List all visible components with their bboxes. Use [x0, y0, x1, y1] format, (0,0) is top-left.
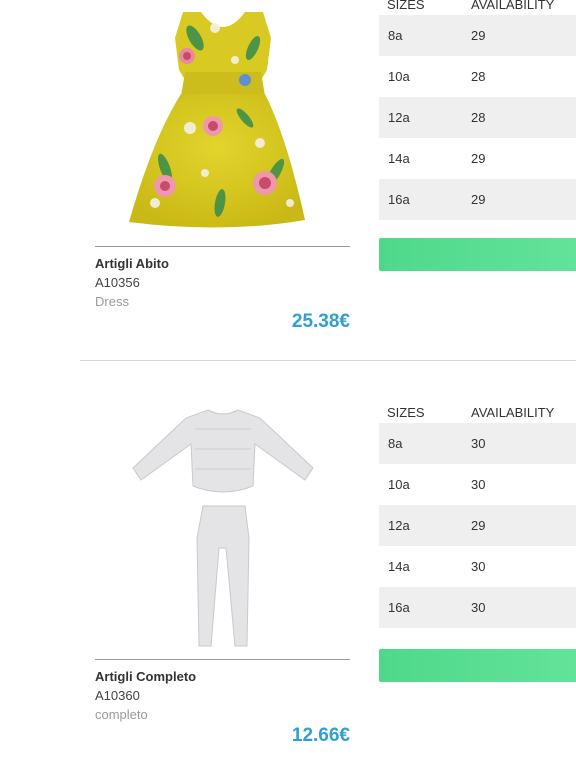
product-type: completo — [95, 707, 148, 722]
product-info: Artigli Abito A10356 Dress 25.38€ — [95, 254, 350, 332]
size-cell: 8a — [388, 28, 403, 43]
product-name[interactable]: Artigli Abito — [95, 254, 350, 273]
table-row: 12a 28 — [379, 97, 576, 138]
availability-table: SIZES AVAILABILITY 8a 30 10a 30 12a 29 1… — [379, 398, 576, 628]
availability-cell: 29 — [471, 28, 486, 43]
table-row: 10a 30 — [379, 464, 576, 505]
table-row: 14a 30 — [379, 546, 576, 587]
table-header: SIZES AVAILABILITY — [379, 0, 576, 15]
grey-top-and-leggings-image — [132, 409, 314, 647]
table-row: 16a 29 — [379, 179, 576, 220]
sizes-header: SIZES — [387, 405, 425, 420]
add-to-cart-button[interactable] — [379, 649, 576, 682]
availability-header: AVAILABILITY — [471, 0, 555, 12]
size-cell: 14a — [388, 151, 410, 166]
availability-cell: 29 — [471, 518, 486, 533]
size-cell: 14a — [388, 559, 410, 574]
product-name[interactable]: Artigli Completo — [95, 667, 350, 686]
table-row: 14a 29 — [379, 138, 576, 179]
product-price: 25.38€ — [291, 311, 350, 332]
image-divider — [95, 659, 350, 660]
product-image[interactable] — [95, 388, 350, 678]
product-price: 12.66€ — [291, 725, 350, 746]
size-cell: 8a — [388, 436, 403, 451]
product-card: Artigli Completo A10360 completo 12.66€ … — [0, 360, 576, 770]
availability-cell: 30 — [471, 436, 486, 451]
sizes-header: SIZES — [387, 0, 425, 12]
size-cell: 10a — [388, 69, 410, 84]
size-cell: 16a — [388, 192, 410, 207]
size-cell: 10a — [388, 477, 410, 492]
size-cell: 12a — [388, 110, 410, 125]
table-row: 8a 30 — [379, 423, 576, 464]
product-code: A10360 — [95, 688, 140, 703]
availability-header: AVAILABILITY — [471, 405, 555, 420]
availability-cell: 29 — [471, 192, 486, 207]
availability-cell: 29 — [471, 151, 486, 166]
availability-cell: 30 — [471, 600, 486, 615]
image-divider — [95, 246, 350, 247]
table-row: 12a 29 — [379, 505, 576, 546]
table-row: 8a 29 — [379, 15, 576, 56]
product-code: A10356 — [95, 275, 140, 290]
availability-cell: 28 — [471, 69, 486, 84]
yellow-floral-dress-image — [129, 12, 305, 228]
table-row: 16a 30 — [379, 587, 576, 628]
add-to-cart-button[interactable] — [379, 238, 576, 271]
product-type: Dress — [95, 294, 129, 309]
availability-cell: 28 — [471, 110, 486, 125]
size-cell: 12a — [388, 518, 410, 533]
product-card: Artigli Abito A10356 Dress 25.38€ SIZES … — [0, 0, 576, 353]
table-header: SIZES AVAILABILITY — [379, 398, 576, 423]
product-info: Artigli Completo A10360 completo 12.66€ — [95, 667, 350, 746]
table-row: 10a 28 — [379, 56, 576, 97]
availability-table: SIZES AVAILABILITY 8a 29 10a 28 12a 28 1… — [379, 0, 576, 220]
size-cell: 16a — [388, 600, 410, 615]
availability-cell: 30 — [471, 477, 486, 492]
availability-cell: 30 — [471, 559, 486, 574]
product-image[interactable] — [95, 0, 350, 245]
